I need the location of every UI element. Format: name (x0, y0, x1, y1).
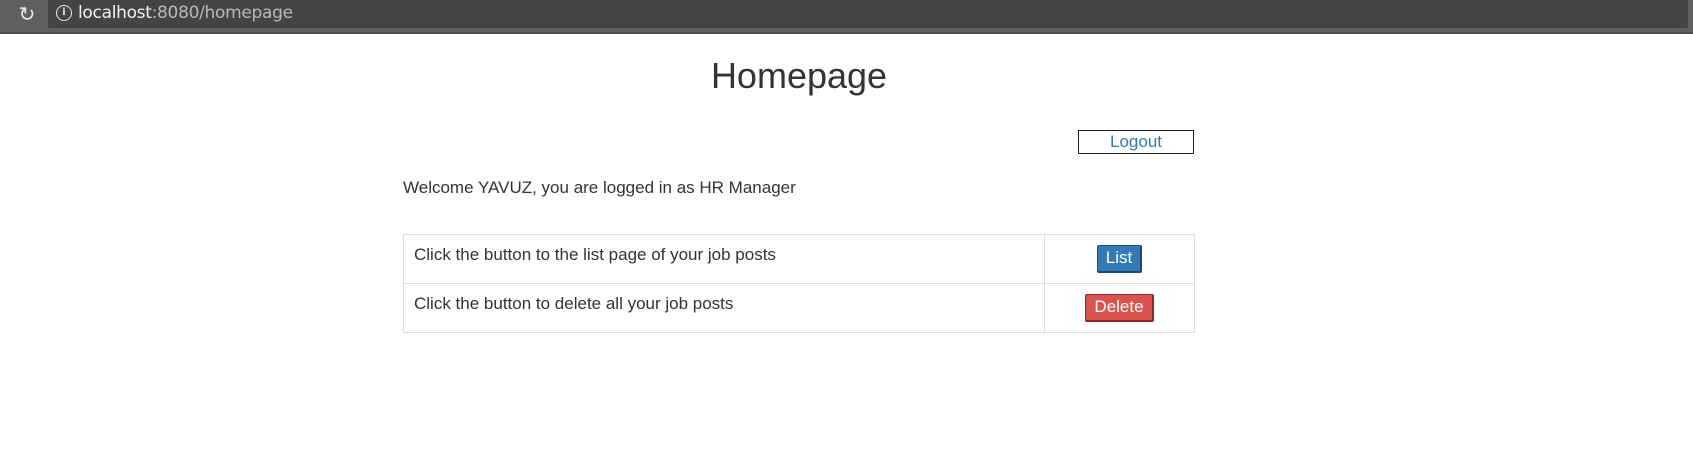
info-icon[interactable]: i (56, 5, 72, 21)
actions-table: Click the button to the list page of you… (403, 234, 1195, 333)
table-row: Click the button to the list page of you… (403, 234, 1195, 284)
row-description: Click the button to the list page of you… (403, 234, 1045, 284)
url-text[interactable]: localhost:8080/homepage (78, 3, 293, 23)
url-host: localhost (78, 3, 152, 23)
url-path: :8080/homepage (151, 3, 293, 23)
row-action-cell: Delete (1044, 283, 1195, 333)
browser-toolbar: ↻ i localhost:8080/homepage (0, 0, 1693, 34)
row-action-cell: List (1044, 234, 1195, 284)
reload-icon[interactable]: ↻ (16, 3, 38, 25)
row-description: Click the button to delete all your job … (403, 283, 1045, 333)
table-row: Click the button to delete all your job … (403, 283, 1195, 333)
list-button[interactable]: List (1096, 245, 1143, 273)
welcome-message: Welcome YAVUZ, you are logged in as HR M… (403, 178, 796, 197)
delete-button[interactable]: Delete (1085, 294, 1154, 322)
logout-button[interactable]: Logout (1078, 130, 1194, 154)
address-bar[interactable] (48, 0, 1688, 28)
page-title: Homepage (710, 55, 888, 96)
